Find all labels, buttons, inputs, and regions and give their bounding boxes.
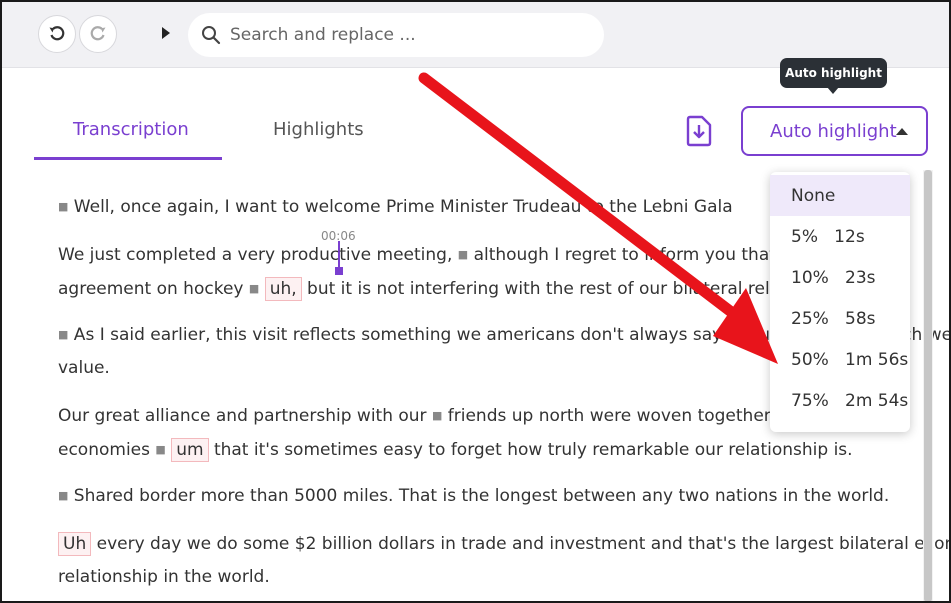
active-tab-indicator	[34, 157, 222, 160]
filler-word-highlight[interactable]: um	[171, 438, 209, 462]
transcript-text: relationship in the world.	[58, 567, 270, 587]
transcript-line[interactable]: Our great alliance and partnership with …	[58, 406, 874, 426]
transcript-line[interactable]: value.	[58, 358, 110, 378]
transcript-text: Our great alliance and partnership with …	[58, 406, 432, 426]
transcript-line[interactable]: relationship in the world.	[58, 567, 270, 587]
segment-marker: ■	[58, 489, 69, 502]
segment-marker: ■	[248, 282, 260, 295]
auto-highlight-label: Auto highlight	[770, 120, 897, 142]
dropdown-option-5-percent[interactable]: 5% 12s	[770, 216, 910, 257]
transcript-text: that it's sometimes easy to forget how t…	[208, 440, 853, 460]
filler-word-highlight[interactable]: Uh	[58, 532, 92, 556]
segment-marker: ■	[58, 200, 69, 213]
transcript-text: value.	[58, 358, 110, 378]
search-bar[interactable]: Search and replace ...	[188, 13, 604, 57]
dropdown-option-50-percent[interactable]: 50% 1m 56s	[770, 339, 910, 380]
transcript-line[interactable]: agreement on hockey ■ uh, but it is not …	[58, 277, 853, 301]
caret-up-icon	[896, 128, 908, 135]
transcript-text: economies	[58, 440, 156, 460]
undo-button[interactable]	[38, 15, 76, 53]
scrollbar-thumb[interactable]	[924, 170, 932, 601]
play-triangle-icon[interactable]	[162, 27, 170, 39]
transcript-line[interactable]: ■ Well, once again, I want to welcome Pr…	[58, 197, 733, 217]
redo-button[interactable]	[79, 15, 117, 53]
tab-transcription[interactable]: Transcription	[73, 119, 189, 140]
auto-highlight-dropdown: None 5% 12s 10% 23s 25% 58s 50% 1m 56s 7…	[770, 172, 910, 432]
search-input[interactable]: Search and replace ...	[230, 25, 416, 45]
undo-icon	[49, 26, 65, 41]
app-window: Search and replace ... Auto highlight Tr…	[0, 0, 951, 603]
segment-marker: ■	[457, 248, 469, 261]
transcript-text: every day we do some $2 billion dollars …	[91, 534, 951, 554]
segment-marker: ■	[431, 409, 443, 422]
filler-word-highlight[interactable]: uh,	[264, 277, 302, 301]
transcript-line[interactable]: economies ■ um that it's sometimes easy …	[58, 438, 853, 462]
redo-icon	[90, 26, 106, 41]
export-document-icon[interactable]	[685, 115, 713, 147]
dropdown-option-none[interactable]: None	[770, 175, 910, 216]
dropdown-option-10-percent[interactable]: 10% 23s	[770, 257, 910, 298]
auto-highlight-button[interactable]: Auto highlight	[741, 106, 928, 156]
auto-highlight-tooltip: Auto highlight	[780, 58, 887, 94]
transcript-text: Shared border more than 5000 miles. That…	[68, 486, 890, 506]
transcript-line[interactable]: Uh every day we do some $2 billion dolla…	[58, 532, 951, 556]
dropdown-option-75-percent[interactable]: 75% 2m 54s	[770, 380, 910, 421]
transcript-text: Well, once again, I want to welcome Prim…	[68, 197, 733, 217]
transcript-text: agreement on hockey	[58, 279, 249, 299]
transcript-line[interactable]: We just completed a very productive meet…	[58, 245, 877, 265]
transcript-text: We just completed a very productive meet…	[58, 245, 458, 265]
segment-marker: ■	[58, 328, 69, 341]
tab-highlights[interactable]: Highlights	[273, 119, 364, 140]
playhead-handle[interactable]	[335, 267, 343, 275]
search-icon	[200, 24, 222, 46]
dropdown-option-25-percent[interactable]: 25% 58s	[770, 298, 910, 339]
transcript-line[interactable]: ■ Shared border more than 5000 miles. Th…	[58, 486, 889, 506]
segment-marker: ■	[155, 443, 166, 456]
